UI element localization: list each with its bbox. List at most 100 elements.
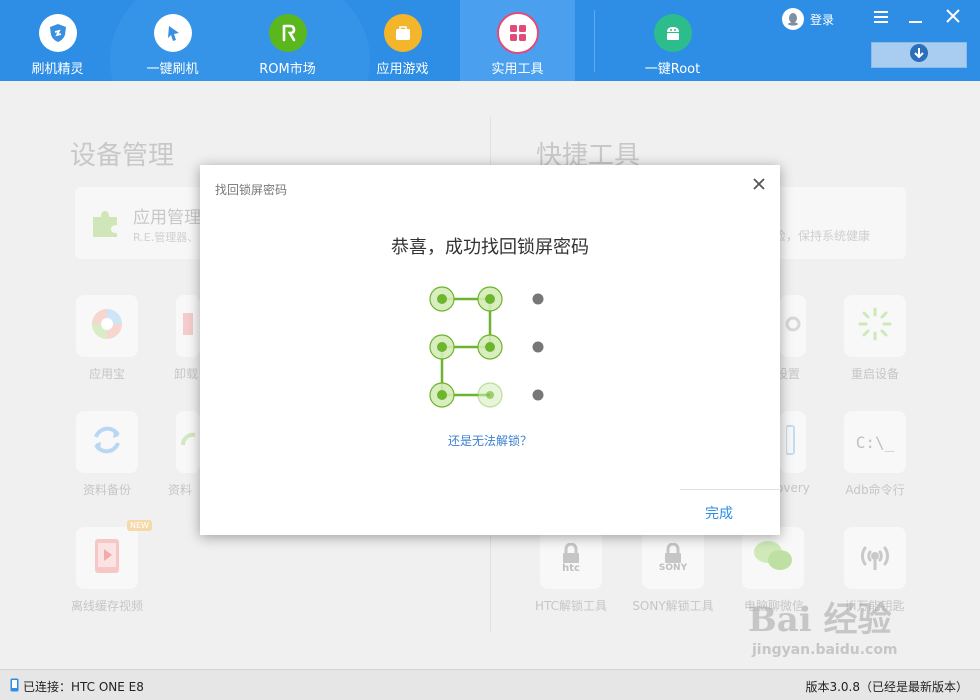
login-button[interactable]: 登录 [782, 8, 834, 30]
dialog-title: 找回锁屏密码 [215, 183, 288, 197]
restore-icon [179, 425, 197, 459]
tile-label: 设置 [776, 367, 801, 381]
pattern-dot [532, 341, 544, 353]
htc-logo-text: htc [562, 562, 580, 574]
nav-item-shuajijingling[interactable]: 刷机精灵 [0, 0, 115, 81]
status-bar: 已连接：HTC ONE E8 版本3.0.8（已经是最新版本） [0, 669, 980, 700]
wechat-icon [752, 538, 794, 578]
pattern-dot [429, 286, 455, 312]
tile-label: SONY解锁工具 [632, 599, 714, 613]
pattern-dot [477, 334, 503, 360]
tile-htc-unlock[interactable]: htc [540, 527, 602, 589]
cursor-icon [153, 14, 192, 52]
tile-label: HTC解锁工具 [534, 599, 608, 613]
nav-label: 刷机精灵 [31, 62, 84, 77]
nav-label: ROM市场 [259, 62, 316, 77]
phone-icon [10, 678, 19, 695]
top-toolbar: 刷机精灵 一键刷机 ROM市场 应用游戏 实用工具 一键Root 登录 [0, 0, 980, 81]
puzzle-icon [87, 205, 123, 245]
pattern-dot [477, 382, 503, 408]
pattern-dot [532, 293, 544, 305]
nav-label: 一键刷机 [146, 62, 199, 77]
card-subtitle: R.E.管理器、 [133, 231, 199, 244]
version-text: 版本3.0.8（已经是最新版本） [805, 680, 968, 694]
nav-item-onekey-flash[interactable]: 一键刷机 [115, 0, 230, 81]
htc-lock-icon: htc [560, 542, 582, 574]
tile-label: overy [776, 481, 810, 495]
gear-icon [783, 314, 803, 338]
download-icon [910, 44, 928, 66]
qq-icon [782, 8, 804, 30]
tile-recovery[interactable] [780, 411, 806, 473]
recovery-icon [785, 423, 800, 461]
tile-wechat[interactable] [742, 527, 804, 589]
terminal-icon: C:\_ [855, 432, 895, 452]
menu-icon[interactable] [870, 8, 892, 27]
pattern-dot [429, 382, 455, 408]
card-title: 应用管理 [133, 208, 201, 228]
nav-label: 实用工具 [491, 62, 544, 77]
wifi-key-icon [855, 536, 895, 580]
nav-label: 应用游戏 [376, 62, 429, 77]
tile-label: 资料 [168, 483, 193, 497]
nav-label: 一键Root [644, 62, 701, 77]
tile-label: 重启设备 [850, 367, 899, 381]
shield-icon [38, 14, 77, 52]
bag-icon [383, 14, 422, 52]
tile-label: Adb命令行 [845, 483, 905, 497]
rom-icon [268, 14, 307, 52]
download-button[interactable] [871, 42, 967, 68]
tile-uninstall[interactable] [176, 295, 200, 357]
tile-adb[interactable]: C:\_ [844, 411, 906, 473]
connected-device-text: 已连接：HTC ONE E8 [23, 680, 144, 694]
android-icon [653, 14, 692, 52]
tile-offline-video[interactable] [76, 527, 138, 589]
backup-icon [88, 421, 126, 463]
app-manager-card[interactable]: 应用管理 R.E.管理器、 [75, 187, 205, 259]
uninstall-icon [181, 309, 195, 343]
tools-icon [496, 12, 539, 54]
tile-restart[interactable] [844, 295, 906, 357]
pattern-dot [532, 389, 544, 401]
sony-lock-icon: SONY [659, 543, 687, 573]
tile-label: 卸载 [173, 367, 198, 381]
section-title-device: 设备管理 [70, 141, 175, 171]
yingyongbao-icon [89, 306, 125, 346]
restart-icon [856, 305, 894, 347]
main-nav: 刷机精灵 一键刷机 ROM市场 应用游戏 实用工具 一键Root [0, 0, 750, 81]
done-button[interactable]: 完成 [705, 503, 733, 523]
close-icon[interactable] [942, 8, 964, 27]
tile-backup[interactable] [76, 411, 138, 473]
pattern-dot [429, 334, 455, 360]
card-subtitle: 检，保持系统健康 [774, 229, 871, 243]
tile-wifi-key[interactable] [844, 527, 906, 589]
success-heading: 恭喜，成功找回锁屏密码 [391, 237, 589, 258]
watermark-logo: Bai 经验 [748, 600, 892, 640]
tile-sony-unlock[interactable]: SONY [642, 527, 704, 589]
pattern-dot [477, 286, 503, 312]
sony-logo-text: SONY [658, 563, 688, 573]
new-badge: NEW [127, 520, 152, 531]
nav-item-onekey-root[interactable]: 一键Root [595, 0, 750, 81]
button-divider [680, 489, 780, 490]
video-icon [91, 537, 123, 579]
health-check-card[interactable]: 检，保持系统健康 [760, 187, 906, 259]
nav-item-tools[interactable]: 实用工具 [460, 0, 575, 81]
connection-status: 已连接：HTC ONE E8 [10, 678, 144, 695]
nav-divider [594, 10, 595, 72]
tile-settings[interactable] [780, 295, 806, 357]
tile-label: 离线缓存视频 [70, 599, 143, 613]
tile-label: 资料备份 [82, 483, 131, 497]
close-icon[interactable] [750, 175, 768, 193]
tile-restore[interactable] [176, 411, 200, 473]
tile-yingyongbao[interactable] [76, 295, 138, 357]
minimize-icon[interactable] [905, 8, 927, 27]
watermark-url: jingyan.baidu.com [752, 642, 898, 658]
still-cannot-unlock-link[interactable]: 还是无法解锁？ [200, 432, 780, 449]
recover-lock-dialog: 找回锁屏密码 恭喜，成功找回锁屏密码 还是无法解锁？ 完成 [200, 165, 780, 535]
nav-item-apps-games[interactable]: 应用游戏 [345, 0, 460, 81]
nav-item-rom-market[interactable]: ROM市场 [230, 0, 345, 81]
baidu-jingyan-watermark: Bai 经验 jingyan.baidu.com [748, 592, 898, 658]
login-label: 登录 [810, 12, 835, 27]
unlock-pattern [429, 286, 544, 408]
